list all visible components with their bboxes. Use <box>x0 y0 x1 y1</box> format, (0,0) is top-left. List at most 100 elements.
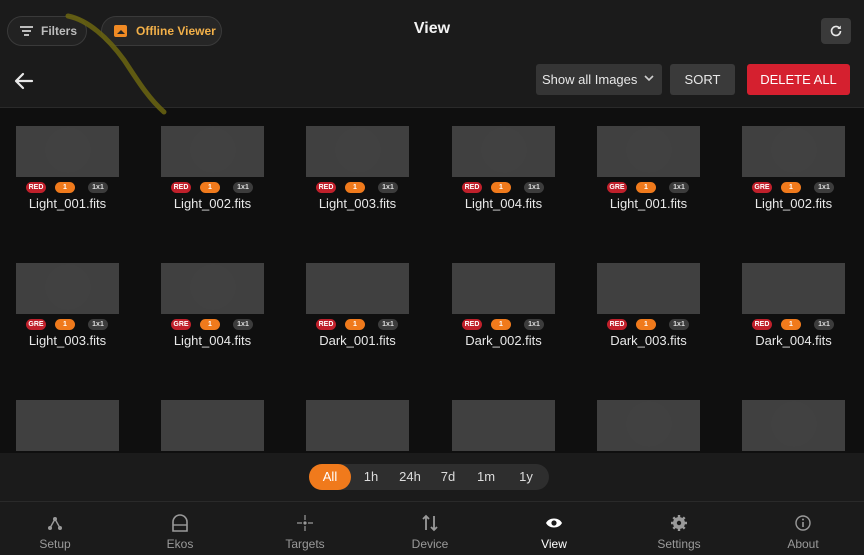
image-card[interactable]: GRE 1 1x1 Light_003.fits <box>16 263 119 348</box>
binning-badge: 1x1 <box>378 319 398 330</box>
image-thumbnail[interactable] <box>161 400 264 451</box>
image-thumbnail[interactable] <box>16 263 119 314</box>
top-bar: Filters Offline Viewer View <box>0 0 864 56</box>
nav-item-about[interactable]: About <box>748 502 858 555</box>
nav-item-ekos[interactable]: Ekos <box>125 502 235 555</box>
nav-item-view[interactable]: View <box>499 502 609 555</box>
count-badge: 1 <box>636 182 656 193</box>
image-thumbnail[interactable] <box>16 126 119 177</box>
nav-label: About <box>787 537 819 551</box>
image-thumbnail[interactable] <box>452 263 555 314</box>
count-badge: 1 <box>491 319 511 330</box>
nav-item-device[interactable]: Device <box>375 502 485 555</box>
image-card[interactable]: RED 1 1x1 Dark_003.fits <box>597 263 700 348</box>
time-option-7d[interactable]: 7d <box>431 464 465 490</box>
image-thumbnail[interactable] <box>161 263 264 314</box>
refresh-button[interactable] <box>821 18 851 44</box>
filter-badge: RED <box>171 182 191 193</box>
info-icon <box>795 515 811 531</box>
eye-icon <box>546 518 562 528</box>
time-filter-bar: All 1h 24h 7d 1m 1y <box>0 453 864 501</box>
image-thumbnail[interactable] <box>597 400 700 451</box>
delete-all-button[interactable]: DELETE ALL <box>747 64 850 95</box>
image-card[interactable] <box>597 400 700 451</box>
image-thumbnail[interactable] <box>597 263 700 314</box>
chevron-down-icon <box>644 75 654 82</box>
image-thumbnail[interactable] <box>742 126 845 177</box>
select-value: Show all Images <box>542 72 638 87</box>
nav-item-setup[interactable]: Setup <box>0 502 110 555</box>
flat-disc-shape <box>190 127 236 173</box>
arrow-left-icon[interactable] <box>13 70 35 92</box>
binning-badge: 1x1 <box>669 182 689 193</box>
nav-item-targets[interactable]: Targets <box>250 502 360 555</box>
image-thumbnail[interactable] <box>742 263 845 314</box>
time-option-24h[interactable]: 24h <box>391 464 429 490</box>
image-card[interactable] <box>16 400 119 451</box>
setup-icon <box>48 517 62 530</box>
nav-label: Targets <box>285 537 325 551</box>
image-filter-select[interactable]: Show all Images <box>536 64 662 95</box>
image-card[interactable]: GRE 1 1x1 Light_001.fits <box>597 126 700 211</box>
filter-badge: GRE <box>607 182 627 193</box>
app-root: Filters Offline Viewer View Show all Ima… <box>0 0 864 555</box>
image-card[interactable]: GRE 1 1x1 Light_002.fits <box>742 126 845 211</box>
filter-badge: GRE <box>171 319 191 330</box>
binning-badge: 1x1 <box>524 319 544 330</box>
time-option-All[interactable]: All <box>309 464 351 490</box>
bottom-navigation: Setup Ekos Targets Device View Settings About <box>0 501 864 555</box>
image-card[interactable]: RED 1 1x1 Dark_001.fits <box>306 263 409 348</box>
binning-badge: 1x1 <box>524 182 544 193</box>
image-card[interactable]: RED 1 1x1 Dark_002.fits <box>452 263 555 348</box>
count-badge: 1 <box>491 182 511 193</box>
time-option-1m[interactable]: 1m <box>467 464 505 490</box>
ekos-icon <box>172 514 188 532</box>
filter-badge: RED <box>316 319 336 330</box>
image-card[interactable]: RED 1 1x1 Light_004.fits <box>452 126 555 211</box>
image-thumbnail[interactable] <box>452 400 555 451</box>
count-badge: 1 <box>345 319 365 330</box>
image-thumbnail[interactable] <box>161 126 264 177</box>
image-badges: GRE 1 1x1 <box>25 319 111 330</box>
filter-badge: RED <box>607 319 627 330</box>
image-card[interactable] <box>452 400 555 451</box>
time-option-1h[interactable]: 1h <box>353 464 389 490</box>
binning-badge: 1x1 <box>378 182 398 193</box>
flat-disc-shape <box>626 401 672 447</box>
image-card[interactable] <box>742 400 845 451</box>
image-badges: RED 1 1x1 <box>461 319 547 330</box>
flat-disc-shape <box>45 264 91 310</box>
image-filename: Dark_002.fits <box>465 333 542 348</box>
nav-item-settings[interactable]: Settings <box>624 502 734 555</box>
image-thumbnail[interactable] <box>306 126 409 177</box>
image-thumbnail[interactable] <box>597 126 700 177</box>
image-card[interactable]: RED 1 1x1 Light_003.fits <box>306 126 409 211</box>
image-thumbnail[interactable] <box>16 400 119 451</box>
flat-disc-shape <box>771 127 817 173</box>
flat-disc-shape <box>626 127 672 173</box>
image-thumbnail[interactable] <box>742 400 845 451</box>
count-badge: 1 <box>55 319 75 330</box>
nav-label: Settings <box>657 537 701 551</box>
image-card[interactable] <box>161 400 264 451</box>
count-badge: 1 <box>781 319 801 330</box>
nav-label: Setup <box>39 537 71 551</box>
nav-label: View <box>541 537 567 551</box>
time-option-1y[interactable]: 1y <box>507 464 545 490</box>
image-card[interactable]: RED 1 1x1 Light_001.fits <box>16 126 119 211</box>
sort-button[interactable]: SORT <box>670 64 735 95</box>
image-card[interactable]: RED 1 1x1 Dark_004.fits <box>742 263 845 348</box>
image-badges: RED 1 1x1 <box>170 182 256 193</box>
filter-badge: RED <box>26 182 46 193</box>
image-thumbnail[interactable] <box>452 126 555 177</box>
image-thumbnail[interactable] <box>306 400 409 451</box>
image-thumbnail[interactable] <box>306 263 409 314</box>
image-badges: RED 1 1x1 <box>25 182 111 193</box>
image-card[interactable]: RED 1 1x1 Light_002.fits <box>161 126 264 211</box>
binning-badge: 1x1 <box>814 182 834 193</box>
image-card[interactable]: GRE 1 1x1 Light_004.fits <box>161 263 264 348</box>
refresh-icon <box>830 25 842 37</box>
image-card[interactable] <box>306 400 409 451</box>
binning-badge: 1x1 <box>669 319 689 330</box>
image-filename: Light_003.fits <box>318 196 397 211</box>
